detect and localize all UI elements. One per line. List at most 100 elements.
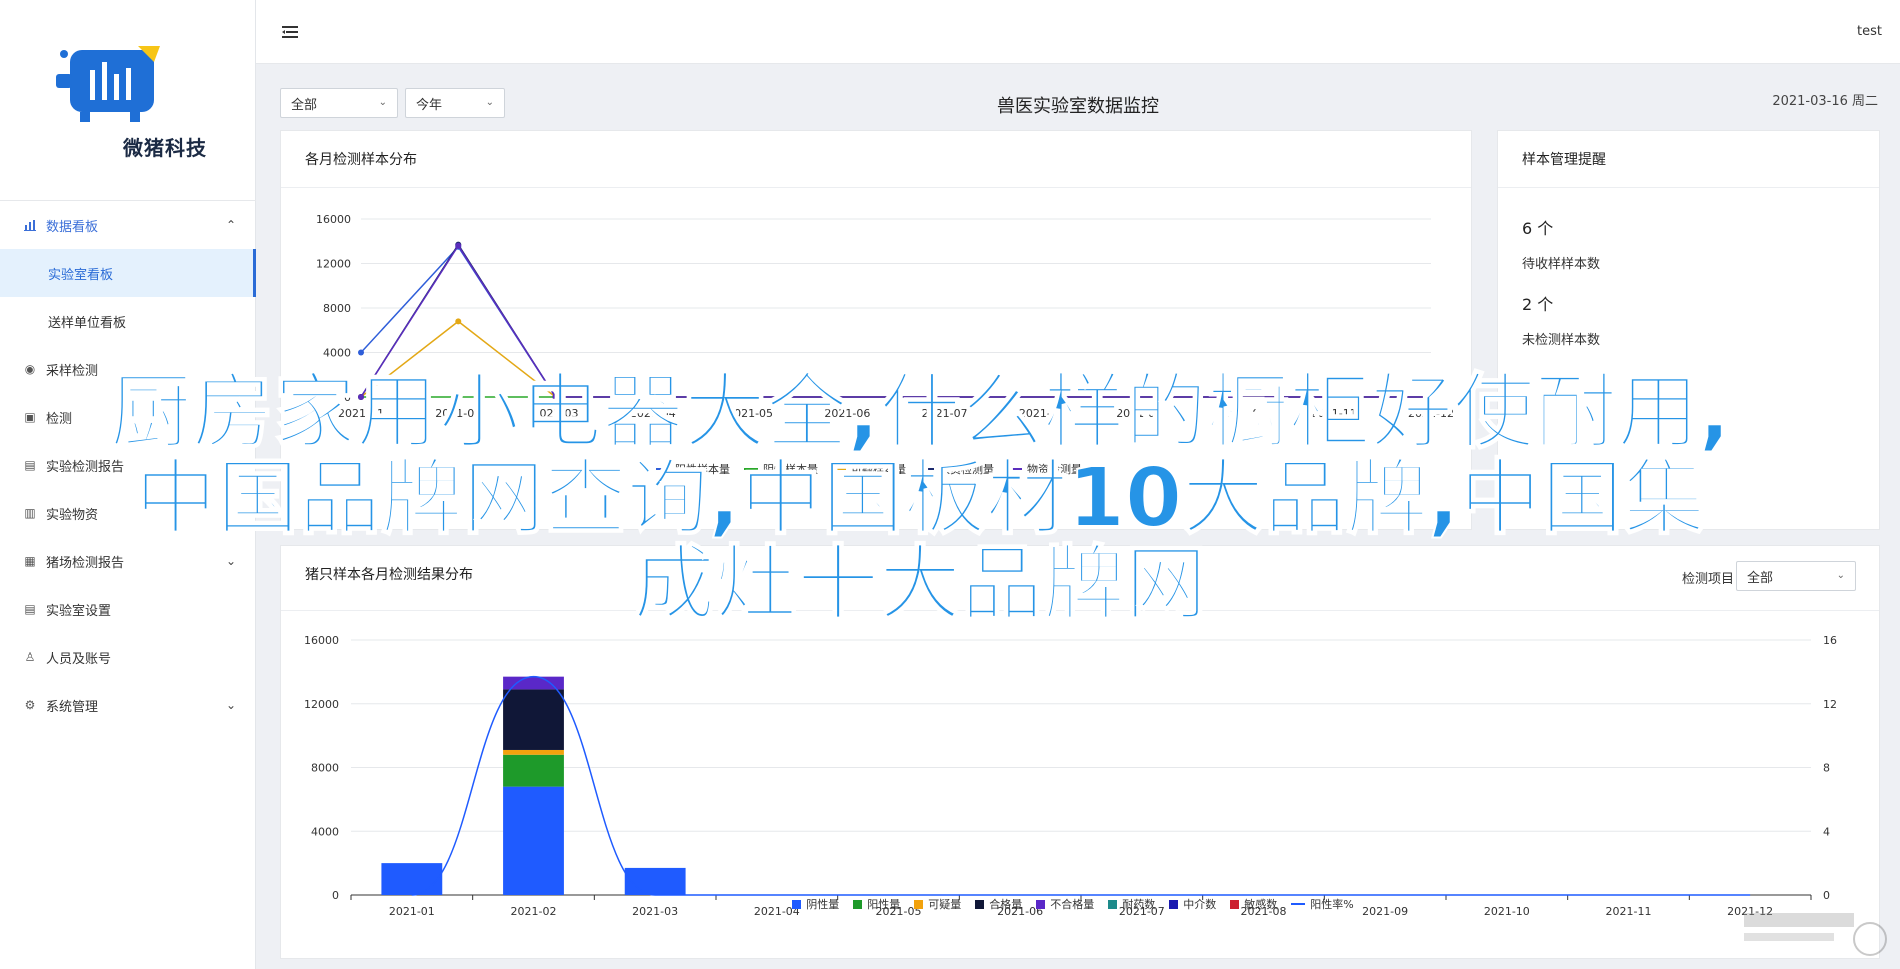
brand-name: 微猪科技 [123, 136, 207, 160]
sidebar-item-supplies[interactable]: ▥ 实验物资 [0, 489, 256, 537]
sidebar-item-label: 送样单位看板 [48, 315, 127, 331]
legend-item[interactable]: 阴性样本量 [744, 461, 818, 477]
watermark-icon [1744, 913, 1887, 956]
legend-item[interactable]: 物资检测量 [1008, 461, 1082, 477]
menu-toggle-icon[interactable] [280, 22, 300, 42]
sidebar-group-dashboard[interactable]: 数据看板 ⌃ [0, 201, 256, 249]
x-tick-label: 2021-11 [1311, 407, 1357, 420]
pig-sample-result-card: 猪只样本各月检测结果分布 检测项目 全部 ⌄ 0 0 4000 4 8000 8 12000… [280, 545, 1880, 959]
y-tick-label: 8000 [323, 302, 351, 315]
legend-item[interactable]: 阳性量 [853, 896, 900, 912]
sidebar: 微猪科技 数据看板 ⌃ 实验室看板 送样单位看板 ◉ 采样检测 ▣ 检测 ▤ 实… [0, 0, 256, 969]
y-tick-label: 16000 [304, 634, 339, 647]
pending-test-count: 2 个 [1522, 295, 1554, 314]
bar-chart-icon [22, 217, 38, 233]
sidebar-item-unit-board[interactable]: 送样单位看板 [0, 297, 256, 345]
legend-item[interactable]: 中介数 [1169, 896, 1216, 912]
legend-swatch [792, 899, 802, 909]
legend-swatch [1036, 899, 1046, 909]
chevron-up-icon: ⌃ [225, 218, 236, 232]
sidebar-item-label: 实验检测报告 [46, 459, 125, 475]
legend-label: 可疑量 [928, 898, 962, 911]
y-tick-label: 0 [344, 391, 351, 404]
data-point [455, 242, 462, 249]
legend-label: 阳性量 [867, 898, 901, 911]
bar-segment [503, 786, 564, 895]
card-title: 猪只样本各月检测结果分布 [305, 567, 473, 583]
x-tick-label: 2021-05 [727, 407, 773, 420]
data-point [552, 394, 559, 400]
bar-chart-legend: 阴性量 阳性量 可疑量 合格量 不合格量 耐药数 中介数 敏感数 阳性率% [281, 896, 1879, 912]
y-tick-label: 12000 [304, 698, 339, 711]
document-icon: ▤ [24, 602, 36, 616]
sidebar-item-detection[interactable]: ▣ 检测 [0, 393, 256, 441]
legend-item[interactable]: 合格量 [975, 896, 1022, 912]
legend-label: 中介数 [1183, 898, 1217, 911]
sidebar-item-label: 实验室看板 [48, 267, 114, 283]
legend-label: 人员检测量 [939, 463, 994, 476]
sidebar-nav: 数据看板 ⌃ 实验室看板 送样单位看板 ◉ 采样检测 ▣ 检测 ▤ 实验检测报告… [0, 200, 256, 729]
legend-item[interactable]: 耐药数 [1108, 896, 1155, 912]
document-icon: ▤ [24, 458, 36, 472]
legend-item[interactable]: 敏感数 [1230, 896, 1277, 912]
legend-label: 耐药数 [1122, 898, 1156, 911]
eye-icon: ◉ [24, 362, 36, 376]
legend-label: 阴性样本量 [763, 463, 818, 476]
report-icon: ▦ [24, 554, 36, 568]
sidebar-item-lab-board[interactable]: 实验室看板 [0, 249, 256, 297]
detection-item-value: 全部 [1747, 570, 1774, 586]
data-point [358, 349, 364, 356]
legend-item[interactable]: 阳性率% [1291, 896, 1354, 912]
x-tick-label: 2021-10 [1213, 407, 1259, 420]
legend-swatch [1108, 899, 1118, 909]
sidebar-item-accounts[interactable]: ♙ 人员及账号 [0, 633, 256, 681]
legend-swatch [1008, 468, 1022, 470]
y2-tick-label: 4 [1823, 825, 1830, 838]
sidebar-item-lab-settings[interactable]: ▤ 实验室设置 [0, 585, 256, 633]
topbar: test [256, 0, 1900, 64]
user-name[interactable]: test [1857, 24, 1882, 39]
y-tick-label: 4000 [323, 347, 351, 360]
legend-item[interactable]: 可疑量 [914, 896, 961, 912]
legend-swatch [832, 468, 846, 470]
sidebar-item-system[interactable]: ⚙ 系统管理 ⌄ [0, 681, 256, 729]
card-divider [1498, 187, 1879, 188]
box-icon: ▥ [24, 506, 36, 520]
legend-label: 可疑样本量 [851, 463, 906, 476]
sidebar-item-lab-report[interactable]: ▤ 实验检测报告 [0, 441, 256, 489]
pending-receive-count: 6 个 [1522, 219, 1554, 238]
legend-swatch [1291, 903, 1306, 905]
legend-label: 阳性样本量 [675, 463, 730, 476]
detection-item-select[interactable]: 全部 ⌄ [1736, 561, 1856, 591]
detection-item-label: 检测项目 [1681, 572, 1734, 587]
x-tick-label: 2021-03 [533, 407, 579, 420]
legend-swatch [920, 468, 934, 470]
y-tick-label: 12000 [316, 258, 351, 271]
chevron-down-icon: ⌄ [225, 698, 236, 712]
sidebar-item-sampling[interactable]: ◉ 采样检测 [0, 345, 256, 393]
legend-label: 合格量 [989, 898, 1023, 911]
legend-item[interactable]: 阳性样本量 [656, 461, 730, 477]
legend-item[interactable]: 不合格量 [1036, 896, 1094, 912]
bar-segment [503, 689, 564, 750]
sidebar-item-label: 实验室设置 [46, 603, 112, 619]
bar-segment [381, 863, 443, 895]
legend-label: 物资检测量 [1027, 463, 1082, 476]
pending-receive-label: 待收样样本数 [1522, 257, 1601, 272]
sidebar-item-label: 人员及账号 [46, 651, 112, 667]
series-line [360, 320, 1431, 398]
sidebar-group-label: 数据看板 [46, 219, 99, 235]
y2-tick-label: 16 [1823, 634, 1837, 647]
series-line [360, 243, 1431, 398]
monthly-sample-card: 各月检测样本分布 0 4000 8000 12000 16000 2021-01 2021-… [280, 130, 1472, 530]
current-date: 2021-03-16 周二 [1772, 94, 1878, 109]
x-tick-label: 2021-09 [1116, 407, 1162, 420]
legend-label: 阳性率% [1310, 898, 1354, 911]
legend-item[interactable]: 人员检测量 [920, 461, 994, 477]
sidebar-item-farm-report[interactable]: ▦ 猪场检测报告 ⌄ [0, 537, 256, 585]
x-tick-label: 2021-07 [922, 407, 968, 420]
series-line [360, 244, 1431, 398]
legend-item[interactable]: 阴性量 [792, 896, 839, 912]
legend-item[interactable]: 可疑样本量 [832, 461, 906, 477]
sample-reminder-card: 样本管理提醒 6 个 待收样样本数 2 个 未检测样本数 [1497, 130, 1880, 530]
